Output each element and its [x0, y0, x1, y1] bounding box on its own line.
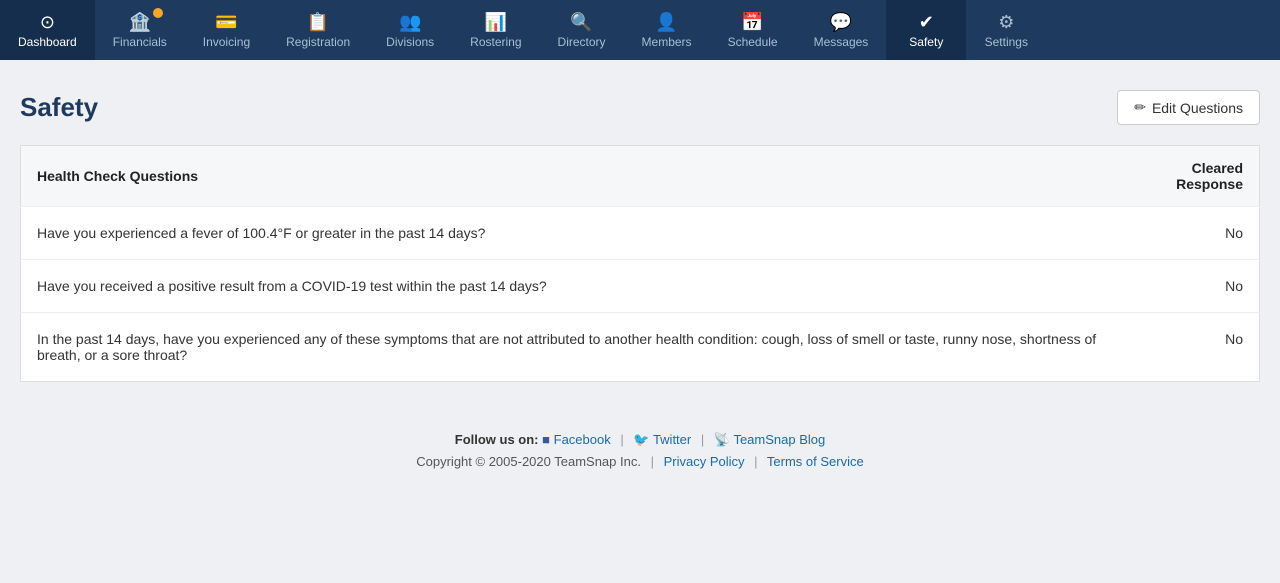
nav-item-invoicing[interactable]: 💳 Invoicing: [185, 0, 268, 60]
directory-label: Directory: [558, 35, 606, 49]
copyright-text: Copyright © 2005-2020 TeamSnap Inc.: [416, 454, 641, 469]
rostering-label: Rostering: [470, 35, 521, 49]
table-row: Have you experienced a fever of 100.4°F …: [21, 207, 1260, 260]
footer-copyright-row: Copyright © 2005-2020 TeamSnap Inc. | Pr…: [20, 454, 1260, 469]
nav-item-messages[interactable]: 💬 Messages: [796, 0, 887, 60]
nav-item-registration[interactable]: 📋 Registration: [268, 0, 368, 60]
nav-item-financials[interactable]: 🏦 Financials: [95, 0, 185, 60]
nav-item-divisions[interactable]: 👥 Divisions: [368, 0, 452, 60]
facebook-icon: ■: [542, 432, 550, 447]
divisions-label: Divisions: [386, 35, 434, 49]
directory-icon: 🔍: [570, 12, 592, 33]
response-cell-2: No: [1112, 313, 1259, 382]
twitter-link[interactable]: Twitter: [653, 432, 691, 447]
blog-link[interactable]: TeamSnap Blog: [733, 432, 825, 447]
footer-follow-row: Follow us on: ■ Facebook | 🐦 Twitter | 📡…: [20, 432, 1260, 448]
col-response-header: Cleared Response: [1112, 146, 1259, 207]
table-header-row: Health Check Questions Cleared Response: [21, 146, 1260, 207]
nav-item-members[interactable]: 👤 Members: [624, 0, 710, 60]
question-cell-1: Have you received a positive result from…: [21, 260, 1113, 313]
table-row: Have you received a positive result from…: [21, 260, 1260, 313]
schedule-icon: 📅: [741, 12, 763, 33]
dashboard-icon: ⊙: [40, 12, 55, 33]
table-row: In the past 14 days, have you experience…: [21, 313, 1260, 382]
page-header: Safety ✏ Edit Questions: [20, 90, 1260, 125]
invoicing-icon: 💳: [215, 12, 237, 33]
question-cell-2: In the past 14 days, have you experience…: [21, 313, 1113, 382]
messages-label: Messages: [814, 35, 869, 49]
page-title: Safety: [20, 92, 98, 123]
footer: Follow us on: ■ Facebook | 🐦 Twitter | 📡…: [0, 402, 1280, 489]
safety-label: Safety: [909, 35, 943, 49]
edit-questions-button[interactable]: ✏ Edit Questions: [1117, 90, 1260, 125]
members-label: Members: [642, 35, 692, 49]
privacy-link[interactable]: Privacy Policy: [664, 454, 745, 469]
twitter-icon: 🐦: [633, 432, 649, 447]
blog-icon: 📡: [714, 432, 730, 447]
facebook-link[interactable]: Facebook: [554, 432, 611, 447]
settings-label: Settings: [985, 35, 1028, 49]
nav-item-schedule[interactable]: 📅 Schedule: [710, 0, 796, 60]
health-check-table: Health Check Questions Cleared Response …: [20, 145, 1260, 382]
nav-bar: ⊙ Dashboard 🏦 Financials 💳 Invoicing 📋 Registra…: [0, 0, 1280, 60]
settings-icon: ⚙: [998, 12, 1014, 33]
nav-item-settings[interactable]: ⚙ Settings: [966, 0, 1046, 60]
registration-label: Registration: [286, 35, 350, 49]
response-cell-0: No: [1112, 207, 1259, 260]
nav-item-rostering[interactable]: 📊 Rostering: [452, 0, 539, 60]
messages-icon: 💬: [830, 12, 852, 33]
rostering-icon: 📊: [485, 12, 507, 33]
safety-icon: ✔: [919, 12, 934, 33]
members-icon: 👤: [655, 12, 677, 33]
financials-icon: 🏦: [129, 12, 151, 33]
financials-label: Financials: [113, 35, 167, 49]
nav-item-directory[interactable]: 🔍 Directory: [540, 0, 624, 60]
follow-label: Follow us on:: [455, 432, 539, 447]
registration-icon: 📋: [307, 12, 329, 33]
invoicing-label: Invoicing: [203, 35, 250, 49]
edit-icon: ✏: [1134, 99, 1146, 116]
divisions-icon: 👥: [399, 12, 421, 33]
question-cell-0: Have you experienced a fever of 100.4°F …: [21, 207, 1113, 260]
main-content: Safety ✏ Edit Questions Health Check Que…: [0, 60, 1280, 402]
terms-link[interactable]: Terms of Service: [767, 454, 864, 469]
dashboard-label: Dashboard: [18, 35, 77, 49]
nav-item-dashboard[interactable]: ⊙ Dashboard: [0, 0, 95, 60]
schedule-label: Schedule: [728, 35, 778, 49]
col-question-header: Health Check Questions: [21, 146, 1113, 207]
nav-item-safety[interactable]: ✔ Safety: [886, 0, 966, 60]
notification-badge: [153, 8, 163, 18]
response-cell-1: No: [1112, 260, 1259, 313]
